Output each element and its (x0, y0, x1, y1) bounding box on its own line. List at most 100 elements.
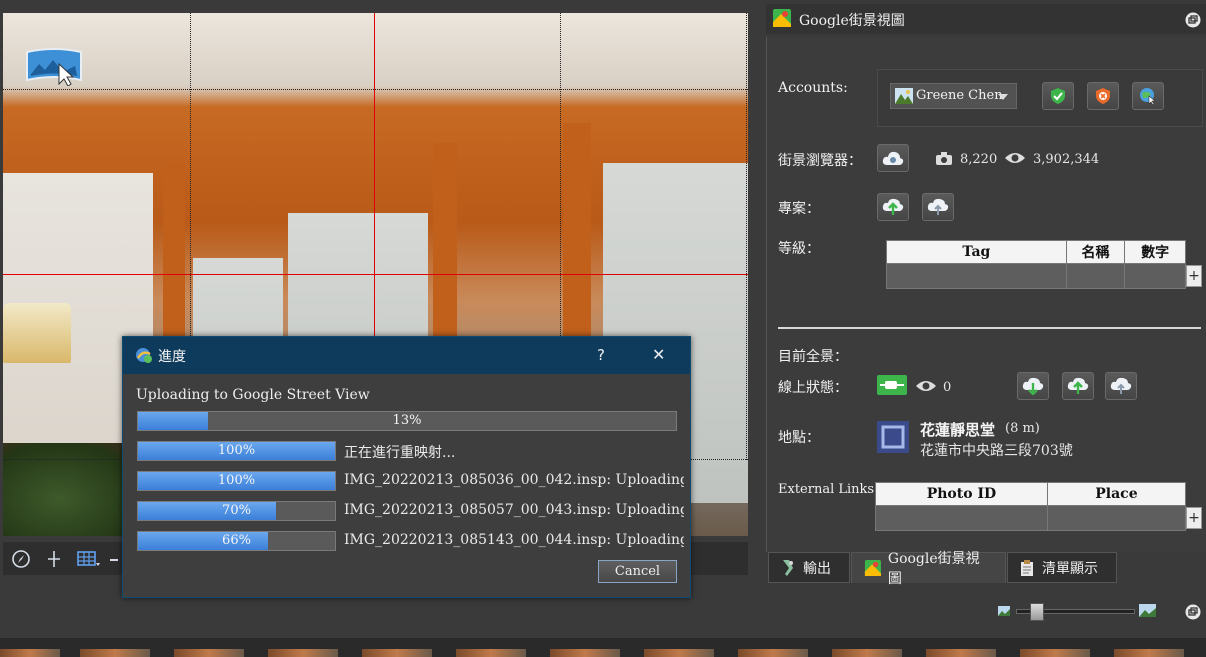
thumbnail[interactable] (1114, 649, 1184, 657)
thumbnail[interactable] (550, 649, 620, 657)
pano-publish-button[interactable] (1105, 372, 1137, 400)
dialog-heading: Uploading to Google Street View (136, 387, 370, 403)
external-links-table[interactable]: Photo ID Place (875, 482, 1187, 531)
section-divider (778, 327, 1201, 329)
task-progress-bar: 66% (137, 531, 336, 551)
eye-icon (916, 381, 936, 391)
grid-line (746, 13, 747, 460)
overall-progress-bar: 13% (137, 411, 677, 431)
level-col-number[interactable]: 數字 (1124, 240, 1186, 264)
task-progress-bar: 70% (137, 501, 336, 521)
progress-label: 100% (217, 473, 256, 488)
table-row[interactable] (886, 263, 1186, 289)
crosshair-icon[interactable] (44, 549, 64, 569)
undock-icon[interactable] (1185, 12, 1201, 28)
place-icon (877, 421, 909, 453)
level-col-tag[interactable]: Tag (886, 240, 1067, 264)
close-button[interactable]: ✕ (652, 345, 665, 364)
pano-upload-button[interactable] (1062, 372, 1094, 400)
level-table[interactable]: Tag 名稱 數字 (886, 240, 1186, 289)
browser-label: 街景瀏覽器： (778, 153, 862, 169)
panorama-mode-icon[interactable] (25, 46, 83, 86)
view-count: 3,902,344 (1033, 152, 1100, 167)
progress-dialog: 進度 ? ✕ Uploading to Google Street View 1… (122, 336, 691, 598)
thumbnail[interactable] (456, 649, 526, 657)
compass-icon[interactable] (11, 549, 31, 569)
project-upload-button[interactable] (877, 193, 909, 221)
thumbnail[interactable] (832, 649, 902, 657)
center-crosshair-horizontal (3, 274, 748, 275)
account-select[interactable]: Greene Chen (890, 83, 1017, 109)
shield-check-icon (1051, 88, 1065, 104)
more-icon[interactable] (109, 549, 119, 569)
tab-list-view[interactable]: 清單顯示 (1007, 552, 1117, 583)
place-address: 花蓮市中央路三段703號 (920, 443, 1073, 459)
shield-x-icon (1096, 88, 1110, 104)
browser-cloud-button[interactable] (877, 144, 909, 172)
task-status: IMG_20220213_085143_00_044.insp: Uploadi… (344, 532, 684, 548)
account-avatar-icon (895, 88, 913, 104)
online-views: 0 (943, 380, 952, 395)
panel-header: Google街景視圖 (766, 4, 1206, 34)
pano-download-button[interactable] (1017, 372, 1049, 400)
cloud-publish-icon (1110, 377, 1132, 394)
task-status: IMG_20220213_085057_00_043.insp: Uploadi… (344, 502, 684, 518)
place-distance: (8 m) (1005, 421, 1040, 436)
task-status: IMG_20220213_085036_00_042.insp: Uploadi… (344, 472, 684, 488)
thumbnail[interactable] (80, 649, 150, 657)
level-add-button[interactable]: + (1186, 265, 1202, 287)
progress-label: 100% (217, 443, 256, 458)
table-row[interactable] (875, 505, 1187, 531)
street-view-panel: Accounts: Greene Chen 街景瀏覽器： 8,220 3,902… (766, 37, 1206, 552)
tab-street-view[interactable]: Google街景視圖 (851, 551, 1006, 587)
thumbnail[interactable] (362, 649, 432, 657)
cloud-icon (882, 151, 904, 165)
chevron-down-icon (998, 94, 1008, 100)
place-name[interactable]: 花蓮靜思堂 (920, 419, 995, 440)
undock-icon[interactable] (1185, 604, 1201, 620)
large-thumbnail-icon (1139, 604, 1156, 617)
task-progress-bar: 100% (137, 441, 336, 461)
thumbnail[interactable] (1020, 649, 1090, 657)
links-col-place[interactable]: Place (1046, 482, 1187, 506)
street-view-logo-icon (773, 9, 791, 27)
tab-output[interactable]: 輸出 (768, 552, 850, 583)
account-verified-button[interactable] (1042, 82, 1074, 110)
tab-label: Google街景視圖 (887, 551, 980, 587)
viewer-lamp (3, 303, 71, 363)
zoom-slider-handle[interactable] (1029, 603, 1044, 621)
external-links-label: External Links: (778, 482, 879, 497)
small-thumbnail-icon (998, 606, 1010, 616)
thumbnail[interactable] (268, 649, 338, 657)
accounts-label: Accounts: (778, 80, 848, 96)
cancel-button[interactable]: Cancel (598, 560, 677, 583)
level-label: 等級： (778, 241, 820, 257)
online-status-label: 線上狀態： (778, 380, 848, 396)
links-col-photo-id[interactable]: Photo ID (875, 482, 1048, 506)
dialog-title-bar[interactable]: 進度 ? ✕ (123, 337, 690, 374)
links-add-button[interactable]: + (1186, 507, 1202, 529)
thumbnail[interactable] (644, 649, 714, 657)
thumbnail[interactable] (738, 649, 808, 657)
account-web-button[interactable] (1132, 82, 1164, 110)
level-col-name[interactable]: 名稱 (1065, 240, 1126, 264)
app-logo-icon (136, 348, 152, 363)
account-name: Greene Chen (916, 88, 1003, 103)
progress-label: 13% (392, 413, 422, 428)
project-publish-button[interactable] (922, 193, 954, 221)
location-label: 地點： (778, 430, 820, 446)
zoom-slider-track[interactable] (1016, 603, 1135, 621)
account-remove-button[interactable] (1087, 82, 1119, 110)
task-progress-bar: 100% (137, 471, 336, 491)
help-button[interactable]: ? (597, 346, 605, 364)
photo-count: 8,220 (960, 152, 998, 167)
grid-toggle-icon[interactable] (77, 549, 101, 569)
current-pano-label: 目前全景： (778, 349, 848, 365)
tab-label: 清單顯示 (1042, 560, 1098, 577)
clipboard-icon (1021, 559, 1033, 576)
camera-icon (936, 152, 952, 165)
thumbnail[interactable] (174, 649, 244, 657)
dialog-title: 進度 (158, 349, 186, 365)
thumbnail[interactable] (0, 649, 60, 657)
thumbnail[interactable] (926, 649, 996, 657)
